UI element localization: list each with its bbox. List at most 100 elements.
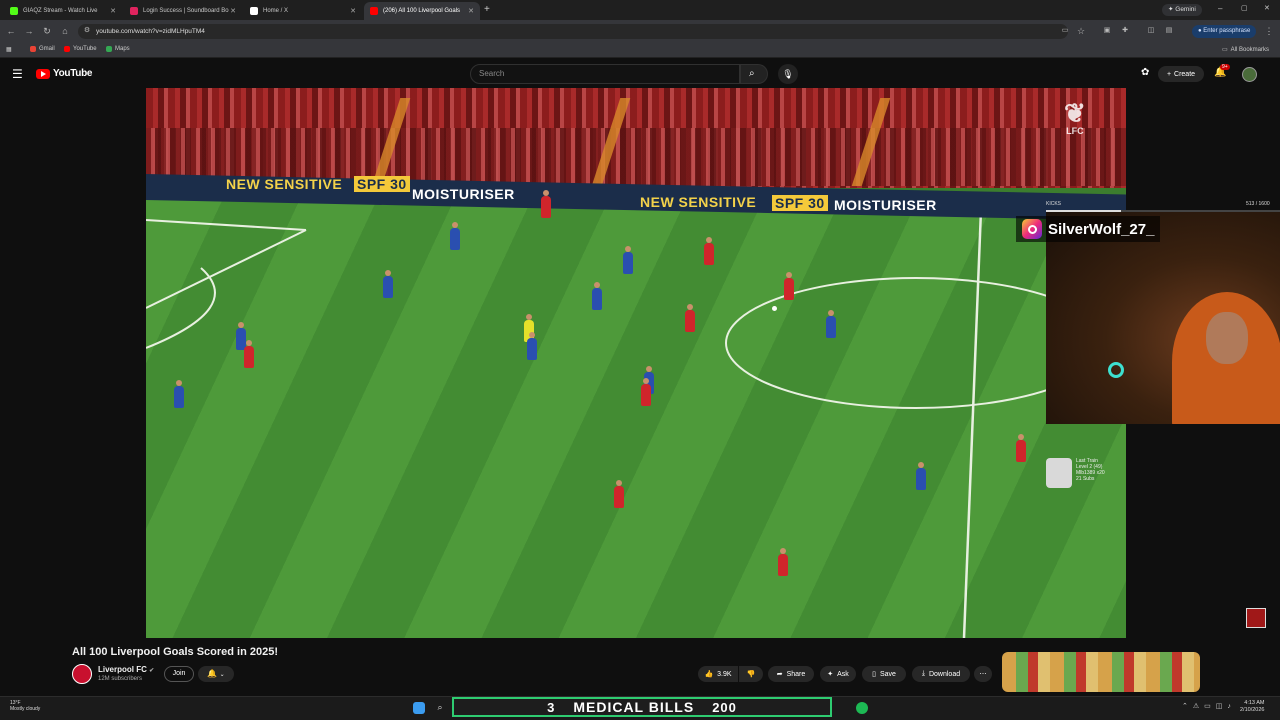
tab-title: GIAQZ Stream - Watch Live: [23, 8, 98, 14]
player-red: [784, 272, 794, 300]
notifications-button[interactable]: 🔔 9+: [1214, 64, 1230, 78]
system-tray[interactable]: ⌃⚠▭◫♪: [1182, 702, 1236, 710]
close-tab-icon[interactable]: ✕: [230, 7, 236, 15]
save-button[interactable]: ▯ Save: [862, 666, 906, 682]
back-icon[interactable]: ←: [6, 26, 16, 36]
bell-icon: 🔔: [207, 669, 218, 678]
video-title: All 100 Liverpool Goals Scored in 2025!: [72, 646, 279, 658]
passphrase-button[interactable]: ● Enter passphrase: [1192, 25, 1257, 38]
close-tab-icon[interactable]: ✕: [468, 7, 474, 15]
sponsored-thumbnail[interactable]: [1002, 652, 1200, 692]
channel-watermark-icon[interactable]: [1246, 608, 1266, 628]
gemini-button[interactable]: ✦ Gemini: [1162, 4, 1202, 16]
dislike-button[interactable]: 👎: [739, 666, 763, 682]
windows-start-icon[interactable]: [413, 702, 425, 714]
train-line: 21 Subs: [1076, 476, 1095, 482]
x-favicon-icon: [250, 7, 258, 15]
minimize-icon[interactable]: –: [1218, 4, 1222, 13]
youtube-play-icon: [36, 68, 50, 79]
stream-favicon-icon: [10, 7, 18, 15]
folder-icon: ▭: [1222, 47, 1228, 53]
train-info: Last Train Level 2 (49) Mlb1389 x20 21 S…: [1076, 458, 1105, 488]
voice-search-button[interactable]: 🎙: [778, 64, 798, 84]
plus-icon: +: [1166, 70, 1172, 78]
bookmark-gmail[interactable]: Gmail: [30, 46, 55, 52]
pitch-markings: [146, 209, 1107, 638]
microphone-icon: 🎙: [782, 69, 794, 79]
player-red: [704, 237, 714, 265]
ask-button[interactable]: ✦ Ask: [820, 666, 856, 682]
reload-icon[interactable]: ↻: [42, 26, 52, 36]
search-icon[interactable]: ⌕: [434, 702, 446, 714]
search-button[interactable]: ⌕: [740, 64, 768, 84]
weather-widget[interactable]: 13°F Mostly cloudy: [10, 700, 40, 712]
bookmarks-bar: ▦ Gmail YouTube Maps ▭ All Bookmarks: [0, 42, 1280, 58]
search-input[interactable]: Search: [470, 64, 740, 84]
player-blue: [383, 270, 393, 298]
menu-extension-icon[interactable]: ▤: [1164, 26, 1174, 36]
all-bookmarks[interactable]: ▭ All Bookmarks: [1222, 46, 1269, 54]
close-tab-icon[interactable]: ✕: [350, 7, 356, 15]
subscriber-count: 12M subscribers: [98, 676, 143, 682]
join-button[interactable]: Join: [164, 666, 194, 682]
verified-icon: ✔: [149, 668, 155, 674]
extension-icon[interactable]: ▣: [1102, 26, 1112, 36]
player-red: [244, 340, 254, 368]
bookmark-youtube[interactable]: YouTube: [64, 46, 97, 52]
puzzle-icon[interactable]: ✚: [1120, 26, 1130, 36]
spotify-icon[interactable]: [856, 702, 868, 714]
new-tab-icon[interactable]: +: [484, 4, 490, 15]
address-bar[interactable]: youtube.com/watch?v=zidMLHpuTM4: [78, 24, 1068, 39]
close-tab-icon[interactable]: ✕: [110, 7, 116, 15]
browser-menu-icon[interactable]: ⋮: [1264, 26, 1274, 36]
taskbar-clock[interactable]: 4:13 AM 2/10/2026: [1240, 700, 1264, 714]
youtube-logo[interactable]: YouTube: [36, 68, 93, 79]
bookmark-star-icon[interactable]: ☆: [1076, 26, 1086, 36]
ad-board-text: NEW SENSITIVE: [640, 194, 757, 210]
player-red: [614, 480, 624, 508]
tab-x-home[interactable]: Home / X ✕: [244, 2, 362, 20]
close-window-icon[interactable]: ✕: [1264, 4, 1270, 12]
kicks-label: KICKS: [1046, 201, 1062, 207]
tab-soundboard[interactable]: Login Success | Soundboard Bo ✕: [124, 2, 242, 20]
tab-title: Login Success | Soundboard Bo: [143, 8, 229, 14]
tab-stream[interactable]: GIAQZ Stream - Watch Live ✕: [4, 2, 122, 20]
maps-icon: [106, 46, 112, 52]
create-button[interactable]: + Create: [1158, 66, 1204, 82]
ad-board-text: MOISTURISER: [412, 186, 515, 202]
player-red: [1016, 434, 1026, 462]
bookmark-maps[interactable]: Maps: [106, 46, 130, 52]
download-button[interactable]: ⤓ Download: [912, 666, 970, 682]
home-icon[interactable]: ⌂: [60, 26, 70, 36]
site-info-icon[interactable]: ⚙: [82, 26, 92, 36]
clock-date: 2/10/2026: [1240, 707, 1265, 713]
bookmark-label: YouTube: [73, 46, 97, 52]
instagram-icon: [1022, 219, 1042, 239]
like-button[interactable]: 👍 3.9K: [698, 666, 738, 682]
tab-youtube[interactable]: (206) All 100 Liverpool Goals ✕: [364, 2, 480, 20]
channel-avatar[interactable]: [72, 664, 92, 684]
download-icon: ⤓: [921, 670, 925, 677]
forward-icon[interactable]: →: [24, 26, 34, 36]
channel-name[interactable]: Liverpool FC ✔: [98, 665, 154, 674]
more-actions-button[interactable]: ⋯: [974, 666, 992, 682]
football-pitch: [146, 198, 1126, 638]
hamburger-menu-icon[interactable]: ☰: [12, 67, 23, 81]
hype-train-widget: Last Train Level 2 (49) Mlb1389 x20 21 S…: [1046, 458, 1105, 488]
lfc-crest: ❦ LFC: [1064, 100, 1086, 136]
cast-icon[interactable]: ▭: [1060, 26, 1070, 36]
download-label: Download: [928, 670, 961, 678]
goal-left-number: 3: [547, 699, 556, 715]
sidepanel-icon[interactable]: ◫: [1146, 26, 1156, 36]
avatar[interactable]: [1242, 67, 1257, 82]
maximize-icon[interactable]: ▢: [1241, 4, 1248, 12]
player-blue: [592, 282, 602, 310]
share-button[interactable]: ➦ Share: [768, 666, 814, 682]
notification-badge: 9+: [1220, 64, 1230, 70]
webcam-overlay: [1046, 212, 1280, 424]
subscribe-bell-button[interactable]: 🔔 ⌄: [198, 666, 234, 682]
video-player[interactable]: NEW SENSITIVE SPF 30 MOISTURISER NEW SEN…: [146, 88, 1126, 638]
apps-icon[interactable]: ▦: [6, 46, 12, 53]
extension-gear-icon[interactable]: ✿: [1141, 67, 1149, 78]
player-blue: [916, 462, 926, 490]
